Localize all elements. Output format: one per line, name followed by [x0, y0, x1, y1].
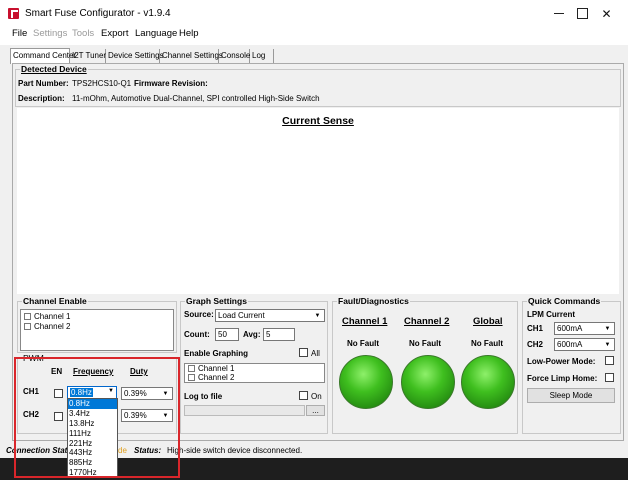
menu-export[interactable]: Export	[101, 28, 128, 39]
lpm-ch2-label: CH2	[527, 340, 544, 349]
menu-bar: File Settings Tools Export Language Help	[0, 27, 628, 45]
fault-ch2-header: Channel 2	[404, 316, 450, 327]
channel-enable-title: Channel Enable	[22, 296, 88, 306]
avg-label: Avg:	[243, 330, 261, 339]
highlight-annotation-box	[14, 357, 180, 478]
count-input[interactable]: 50	[215, 328, 239, 341]
source-label: Source:	[184, 310, 214, 319]
channel-enable-item[interactable]: Channel 1	[24, 312, 70, 321]
fault-ch2-status: No Fault	[409, 339, 441, 348]
browse-button[interactable]: ...	[306, 405, 325, 416]
fault-ch1-status: No Fault	[347, 339, 379, 348]
current-sense-plot: Current Sense	[17, 108, 619, 294]
lpm-ch1-label: CH1	[527, 324, 544, 333]
log-on-label: On	[311, 392, 322, 401]
part-number-value: TPS2HCS10-Q1	[72, 79, 132, 88]
sleep-mode-button[interactable]: Sleep Mode	[527, 388, 615, 403]
fault-diagnostics-group: Fault/Diagnostics Channel 1 Channel 2 Gl…	[332, 296, 518, 434]
checkbox-icon[interactable]	[188, 374, 195, 381]
log-file-path-input[interactable]	[184, 405, 305, 416]
close-icon[interactable]	[584, 0, 628, 27]
graph-channel-list: Channel 1 Channel 2	[184, 363, 325, 383]
fault-global-header: Global	[473, 316, 503, 327]
fault-ch2-indicator	[401, 355, 455, 409]
chevron-down-icon: ▼	[604, 325, 611, 332]
tab-channel-settings[interactable]: Channel Settings	[160, 49, 223, 64]
checkbox-icon[interactable]	[24, 323, 31, 330]
graph-settings-group: Graph Settings Source: Load Current ▼ Cou…	[180, 296, 328, 434]
force-limp-home-checkbox[interactable]	[605, 373, 614, 382]
enable-graphing-label: Enable Graphing	[184, 349, 249, 358]
firmware-label: Firmware Revision:	[134, 79, 208, 88]
tab-command-center[interactable]: Command Center	[10, 48, 76, 64]
checkbox-icon[interactable]	[24, 313, 31, 320]
quick-commands-title: Quick Commands	[527, 296, 602, 306]
low-power-mode-label: Low-Power Mode:	[527, 357, 596, 366]
chevron-down-icon: ▼	[604, 341, 611, 348]
plot-title: Current Sense	[282, 115, 354, 127]
chevron-down-icon: ▼	[314, 312, 321, 319]
channel-enable-group: Channel Enable Channel 1 Channel 2	[17, 296, 177, 353]
avg-input[interactable]: 5	[263, 328, 295, 341]
menu-settings[interactable]: Settings	[33, 28, 67, 39]
log-on-checkbox[interactable]	[299, 391, 308, 400]
app-logo-icon	[8, 8, 19, 19]
lpm-current-label: LPM Current	[527, 310, 575, 319]
channel-enable-list: Channel 1 Channel 2	[20, 309, 174, 351]
low-power-mode-checkbox[interactable]	[605, 356, 614, 365]
count-label: Count:	[184, 330, 210, 339]
status-message: High-side switch device disconnected.	[167, 446, 303, 455]
fault-ch1-indicator	[339, 355, 393, 409]
graph-channel-item[interactable]: Channel 2	[188, 373, 234, 382]
force-limp-home-label: Force Limp Home:	[527, 374, 598, 383]
tab-console[interactable]: Console	[219, 49, 250, 64]
menu-tools[interactable]: Tools	[72, 28, 94, 39]
channel-enable-item[interactable]: Channel 2	[24, 322, 70, 331]
tab-device-settings[interactable]: Device Settings	[106, 49, 164, 64]
tab-log[interactable]: Log	[250, 49, 274, 64]
graph-settings-title: Graph Settings	[185, 296, 248, 306]
lpm-ch2-select[interactable]: 600mA ▼	[554, 338, 615, 351]
graph-all-label: All	[311, 349, 320, 358]
menu-language[interactable]: Language	[135, 28, 177, 39]
tab-i2t-tuner[interactable]: I2T Tuner	[70, 49, 106, 64]
graph-all-checkbox[interactable]	[299, 348, 308, 357]
description-value: 11-mOhm, Automotive Dual-Channel, SPI co…	[72, 94, 320, 103]
title-bar: Smart Fuse Configurator - v1.9.4	[0, 0, 628, 27]
log-to-file-label: Log to file	[184, 392, 223, 401]
fault-diagnostics-title: Fault/Diagnostics	[337, 296, 410, 306]
source-select[interactable]: Load Current ▼	[215, 309, 325, 322]
fault-ch1-header: Channel 1	[342, 316, 388, 327]
part-number-label: Part Number:	[18, 79, 69, 88]
detected-device-group: Detected Device Part Number: TPS2HCS10-Q…	[15, 64, 621, 107]
quick-commands-group: Quick Commands LPM Current CH1 600mA ▼ CH…	[522, 296, 621, 434]
fault-global-indicator	[461, 355, 515, 409]
window-title: Smart Fuse Configurator - v1.9.4	[25, 8, 171, 19]
menu-file[interactable]: File	[12, 28, 27, 39]
menu-help[interactable]: Help	[179, 28, 199, 39]
checkbox-icon[interactable]	[188, 365, 195, 372]
graph-channel-item[interactable]: Channel 1	[188, 364, 234, 373]
description-label: Description:	[18, 94, 65, 103]
lpm-ch1-select[interactable]: 600mA ▼	[554, 322, 615, 335]
detected-device-title: Detected Device	[20, 64, 88, 74]
fault-global-status: No Fault	[471, 339, 503, 348]
